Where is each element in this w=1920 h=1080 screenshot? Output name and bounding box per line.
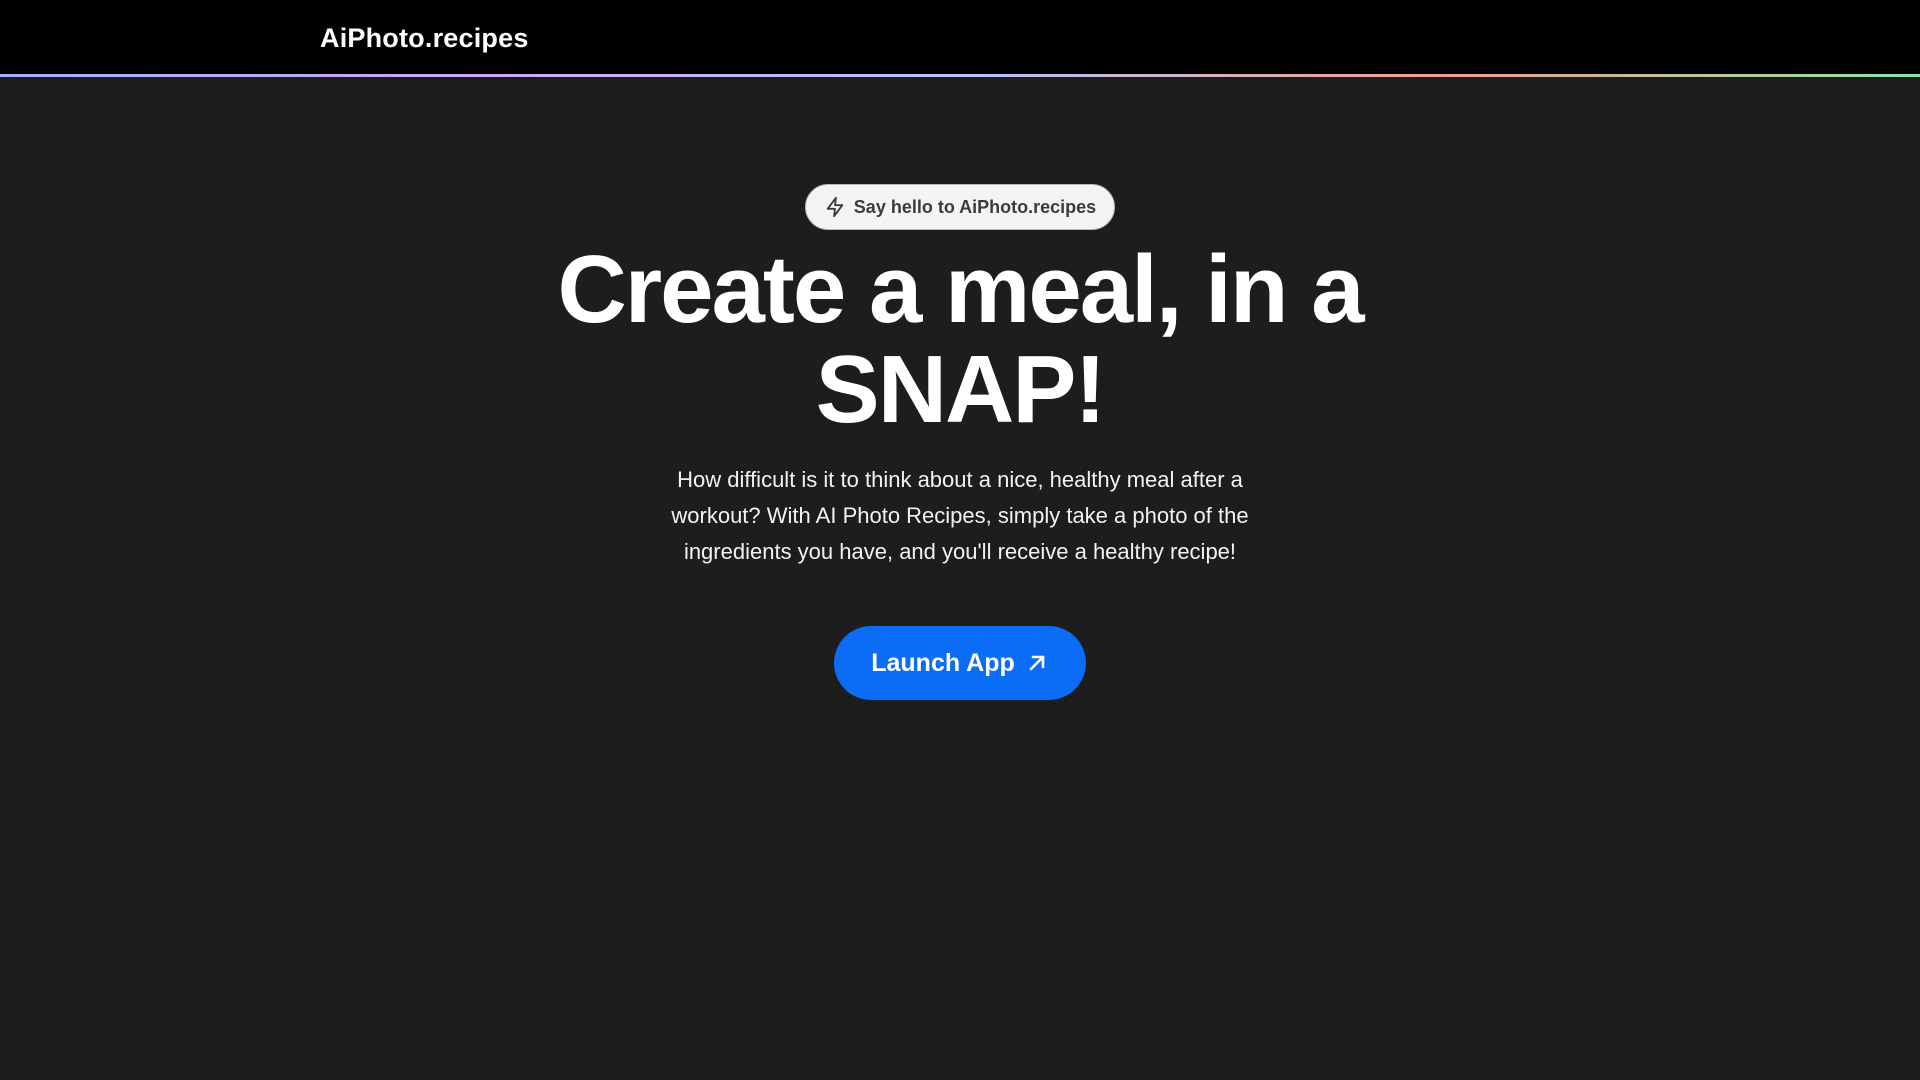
lightning-bolt-icon xyxy=(824,196,846,218)
arrow-up-right-icon xyxy=(1025,651,1049,675)
top-navbar: AiPhoto.recipes xyxy=(0,0,1920,74)
hero-headline-line-1: Create a meal, in a xyxy=(557,236,1364,343)
launch-app-button[interactable]: Launch App xyxy=(834,626,1086,700)
announcement-badge-label: Say hello to AiPhoto.recipes xyxy=(853,196,1097,217)
brand-logo-link[interactable]: AiPhoto.recipes xyxy=(320,20,529,56)
hero-headline-line-2: SNAP! xyxy=(815,336,1107,443)
announcement-badge: Say hello to AiPhoto.recipes xyxy=(805,184,1115,230)
launch-app-label: Launch App xyxy=(871,648,1015,677)
hero-description: How difficult is it to think about a nic… xyxy=(671,467,1249,564)
hero-headline: Create a meal, in a SNAP! xyxy=(460,240,1460,440)
